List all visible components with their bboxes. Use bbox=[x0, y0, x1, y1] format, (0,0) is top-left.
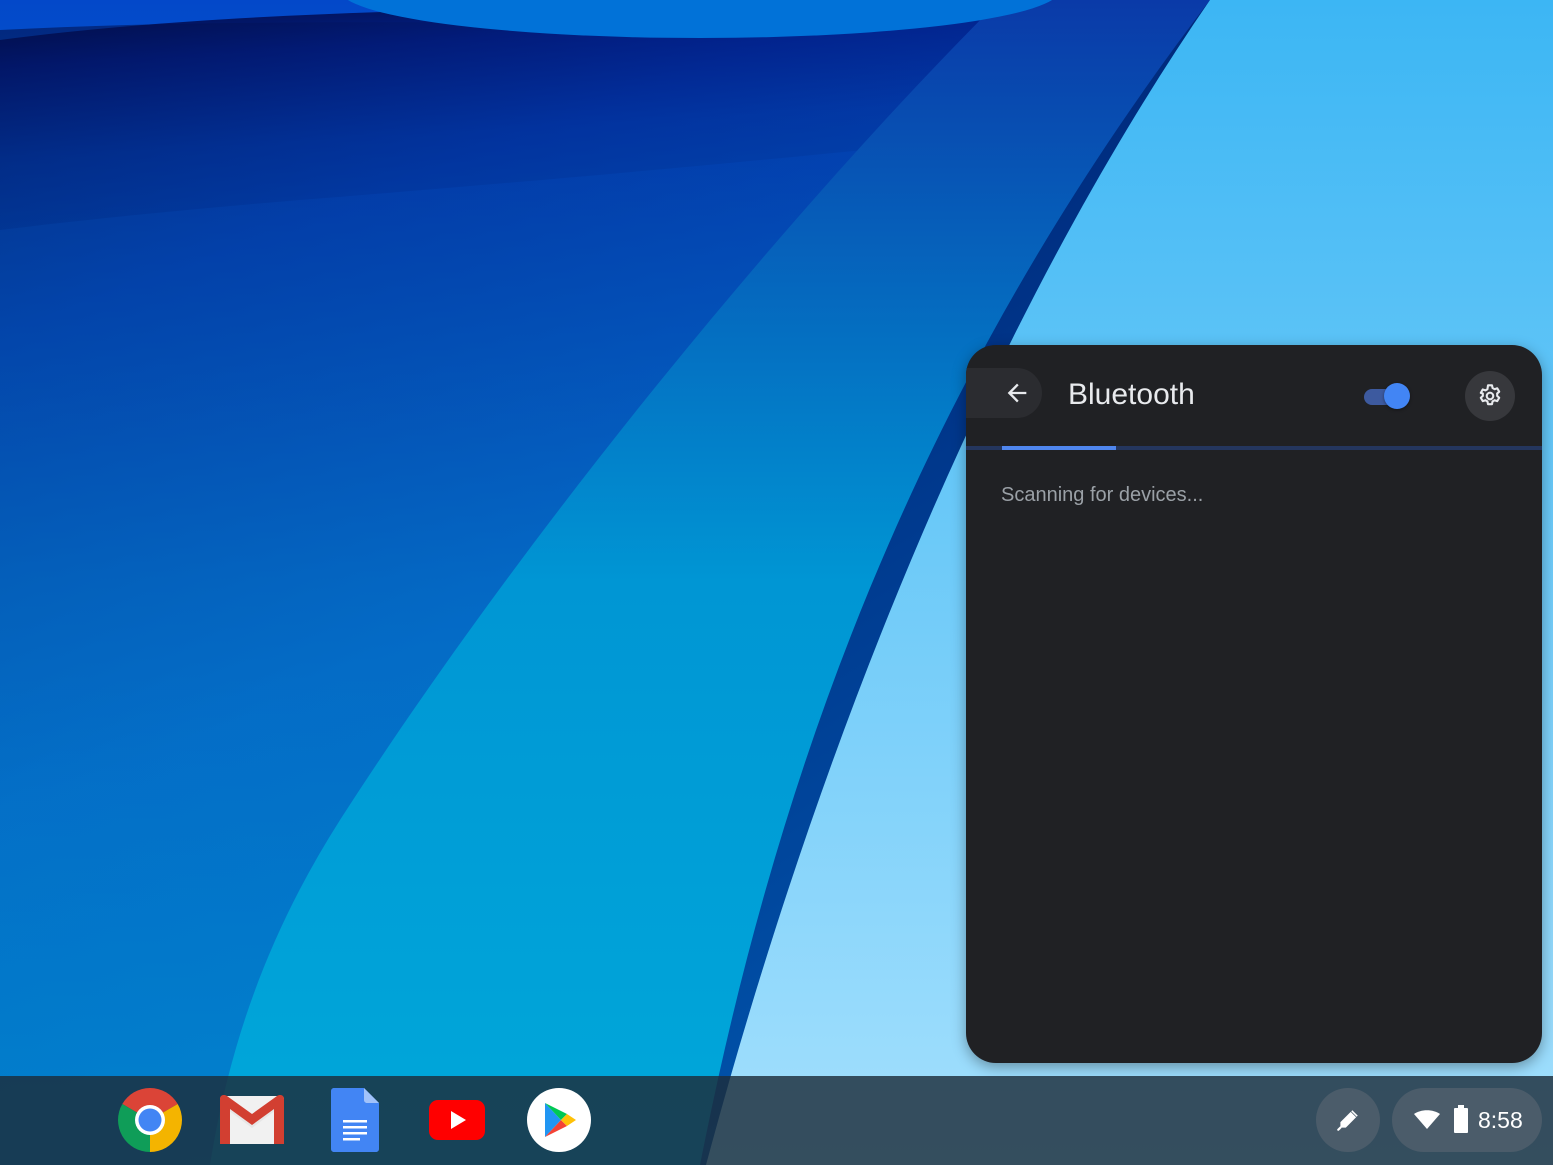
desktop: Bluetooth Scanning for devices... 8:58 bbox=[0, 0, 1553, 1165]
stylus-tools-button[interactable] bbox=[1316, 1088, 1380, 1152]
arrow-back-icon bbox=[1007, 383, 1027, 403]
back-button[interactable] bbox=[966, 368, 1042, 418]
play-store-icon bbox=[527, 1088, 591, 1152]
shelf: 8:58 bbox=[0, 1076, 1553, 1165]
shelf-app-docs[interactable] bbox=[322, 1087, 388, 1153]
status-area[interactable]: 8:58 bbox=[1392, 1088, 1542, 1152]
gear-icon bbox=[1479, 384, 1501, 406]
chrome-icon bbox=[118, 1088, 182, 1152]
scanning-progress-indicator bbox=[1002, 446, 1116, 450]
toggle-thumb bbox=[1384, 383, 1410, 409]
shelf-app-chrome[interactable] bbox=[117, 1087, 183, 1153]
shelf-app-play-store[interactable] bbox=[526, 1087, 592, 1153]
stylus-icon bbox=[1337, 1110, 1358, 1131]
gmail-icon bbox=[220, 1095, 284, 1144]
scanning-progress-bar bbox=[966, 446, 1542, 450]
shelf-app-gmail[interactable] bbox=[219, 1087, 285, 1153]
bluetooth-panel: Bluetooth Scanning for devices... bbox=[966, 345, 1542, 1063]
wifi-icon bbox=[1414, 1110, 1440, 1129]
battery-icon bbox=[1454, 1105, 1468, 1133]
scanning-status-text: Scanning for devices... bbox=[1001, 484, 1204, 506]
shelf-app-youtube[interactable] bbox=[424, 1087, 490, 1153]
bluetooth-toggle[interactable] bbox=[1362, 383, 1412, 409]
youtube-icon bbox=[429, 1100, 485, 1140]
bluetooth-settings-button[interactable] bbox=[1465, 371, 1515, 421]
clock-time: 8:58 bbox=[1478, 1107, 1523, 1133]
panel-title: Bluetooth bbox=[1068, 378, 1195, 411]
docs-icon bbox=[331, 1088, 379, 1152]
